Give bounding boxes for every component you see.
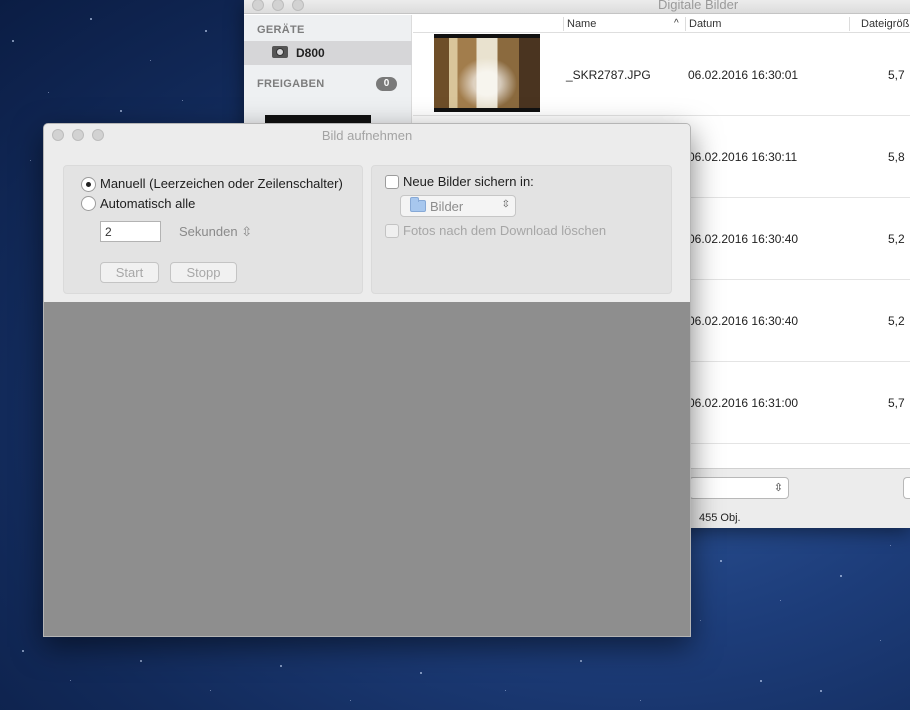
table-row[interactable]: _SKR2787.JPG 06.02.2016 16:30:01 5,7: [413, 34, 910, 116]
delete-after-download-label: Fotos nach dem Download löschen: [403, 223, 607, 238]
sidebar-item-label: D800: [296, 46, 325, 60]
column-separator: [563, 17, 564, 31]
column-separator: [685, 17, 686, 31]
sidebar-item-d800[interactable]: D800: [244, 41, 412, 65]
window-title: Digitale Bilder: [658, 0, 739, 12]
live-preview-area: [44, 302, 690, 636]
file-size: 5,2: [888, 232, 905, 246]
stop-button[interactable]: Stopp: [170, 262, 237, 283]
chevron-updown-icon: ⇳: [501, 199, 510, 210]
image-thumbnail: [265, 115, 371, 123]
sort-ascending-icon: ^: [674, 18, 679, 29]
file-date: 06.02.2016 16:30:40: [688, 314, 799, 328]
close-button[interactable]: [252, 0, 264, 11]
save-options-panel: Neue Bilder sichern in: Bilder ⇳ Fotos n…: [371, 165, 672, 294]
folder-popup[interactable]: Bilder ⇳: [400, 195, 516, 217]
folder-name: Bilder: [430, 199, 464, 214]
folder-icon: [410, 197, 426, 212]
file-name: _SKR2787.JPG: [566, 68, 651, 82]
interval-unit-select[interactable]: Sekunden ⇳: [179, 224, 252, 240]
file-date: 06.02.2016 16:31:00: [688, 396, 799, 410]
interval-input[interactable]: [100, 221, 161, 242]
image-thumbnail: [434, 34, 540, 112]
file-date: 06.02.2016 16:30:01: [688, 68, 799, 82]
dialog-title: Bild aufnehmen: [321, 128, 413, 143]
file-size: 5,7: [888, 68, 905, 82]
column-header-name[interactable]: Name: [567, 18, 596, 30]
file-size: 5,7: [888, 396, 905, 410]
interval-unit-label: Sekunden: [179, 224, 238, 239]
window-titlebar: Digitale Bilder: [244, 0, 910, 14]
column-header-size[interactable]: Dateigröß: [861, 18, 909, 30]
save-images-checkbox[interactable]: [385, 175, 399, 189]
object-count: 455 Obj.: [699, 512, 741, 524]
zoom-button[interactable]: [292, 0, 304, 11]
file-size: 5,8: [888, 150, 905, 164]
manual-radio[interactable]: [81, 177, 96, 192]
save-images-label: Neue Bilder sichern in:: [403, 174, 534, 189]
manual-radio-label: Manuell (Leerzeichen oder Zeilenschalter…: [100, 176, 343, 191]
shares-count-badge: 0: [376, 77, 397, 91]
capture-mode-panel: Manuell (Leerzeichen oder Zeilenschalter…: [63, 165, 363, 294]
auto-radio-label: Automatisch alle: [100, 196, 196, 211]
chevron-updown-icon: ⇳: [241, 224, 253, 239]
camera-icon: [272, 46, 288, 58]
sidebar-header-devices: GERÄTE: [257, 24, 305, 36]
bild-aufnehmen-dialog: Bild aufnehmen Manuell (Leerzeichen oder…: [43, 123, 691, 637]
file-date: 06.02.2016 16:30:11: [688, 150, 798, 164]
delete-after-download-checkbox[interactable]: [385, 224, 399, 238]
column-header-date[interactable]: Datum: [689, 18, 721, 30]
auto-radio[interactable]: [81, 196, 96, 211]
file-date: 06.02.2016 16:30:40: [688, 232, 799, 246]
minimize-button[interactable]: [272, 0, 284, 11]
import-button[interactable]: [903, 477, 910, 499]
sidebar-header-shares: FREIGABEN: [257, 78, 325, 90]
column-separator: [849, 17, 850, 31]
import-destination-select[interactable]: ⇳: [689, 477, 789, 499]
file-size: 5,2: [888, 314, 905, 328]
chevron-updown-icon: ⇳: [773, 482, 783, 494]
dialog-titlebar: Bild aufnehmen: [44, 124, 690, 146]
table-header: Name ^ Datum Dateigröß: [413, 15, 910, 33]
start-button[interactable]: Start: [100, 262, 159, 283]
